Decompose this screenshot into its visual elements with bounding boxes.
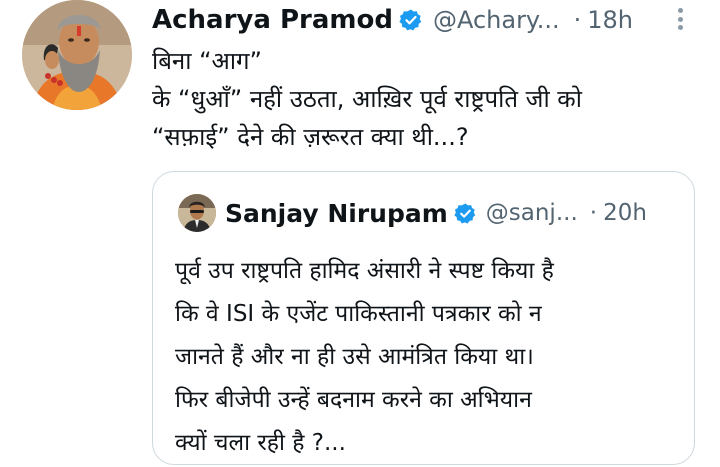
quoted-text-line: फिर बीजेपी उन्हें बदनाम करने का अभियान [175,387,532,413]
avatar-photo [22,0,132,110]
quoted-text-line: क्यों चला रही है ?... [175,430,346,456]
quoted-author-handle[interactable]: @sanj... [486,200,578,226]
quoted-avatar-photo [178,194,216,232]
tweet-header: Acharya Pramod @Achary... · 18h [152,2,633,38]
quoted-text-line: जानते हैं और ना ही उसे आमंत्रित किया था। [175,344,534,370]
more-dot [677,16,683,22]
quoted-tweet[interactable]: Sanjay Nirupam @sanj... · 20h पूर्व उप र… [152,171,695,465]
more-dot [677,25,683,30]
tweet-text-line: “सफ़ाई” देने की ज़रूरत क्या थी...? [152,123,469,151]
tweet-text-line: बिना “आग” [152,47,262,75]
quoted-tweet-header: Sanjay Nirupam @sanj... · 20h [225,194,647,232]
header-separator: · [573,6,582,34]
tweet-text: बिना “आग” के “धुआँ” नहीं उठता, आख़िर पूर… [152,42,712,156]
quoted-tweet-text: पूर्व उप राष्ट्रपति हामिद अंसारी ने स्पष… [175,250,685,465]
verified-badge-icon [399,9,422,31]
quoted-author-name[interactable]: Sanjay Nirupam [225,199,448,228]
quoted-text-line: पूर्व उप राष्ट्रपति हामिद अंसारी ने स्पष… [175,258,554,284]
tweet-text-line: के “धुआँ” नहीं उठता, आख़िर पूर्व राष्ट्र… [152,85,582,113]
quoted-author-avatar[interactable] [178,194,216,232]
author-handle[interactable]: @Achary... [433,6,560,34]
quoted-verified-badge-icon [454,202,476,223]
author-name[interactable]: Acharya Pramod [152,5,393,35]
more-dot [677,8,683,13]
more-options-icon[interactable] [666,4,694,34]
quoted-header-separator: · [589,200,598,226]
quoted-tweet-timestamp[interactable]: 20h [603,200,647,226]
tweet-timestamp[interactable]: 18h [587,6,633,34]
tweet[interactable]: Acharya Pramod @Achary... · 18h बिना “आग… [0,0,720,467]
author-avatar[interactable] [22,0,132,110]
quoted-text-line: कि वे ISI के एजेंट पाकिस्तानी पत्रकार को… [175,301,542,327]
